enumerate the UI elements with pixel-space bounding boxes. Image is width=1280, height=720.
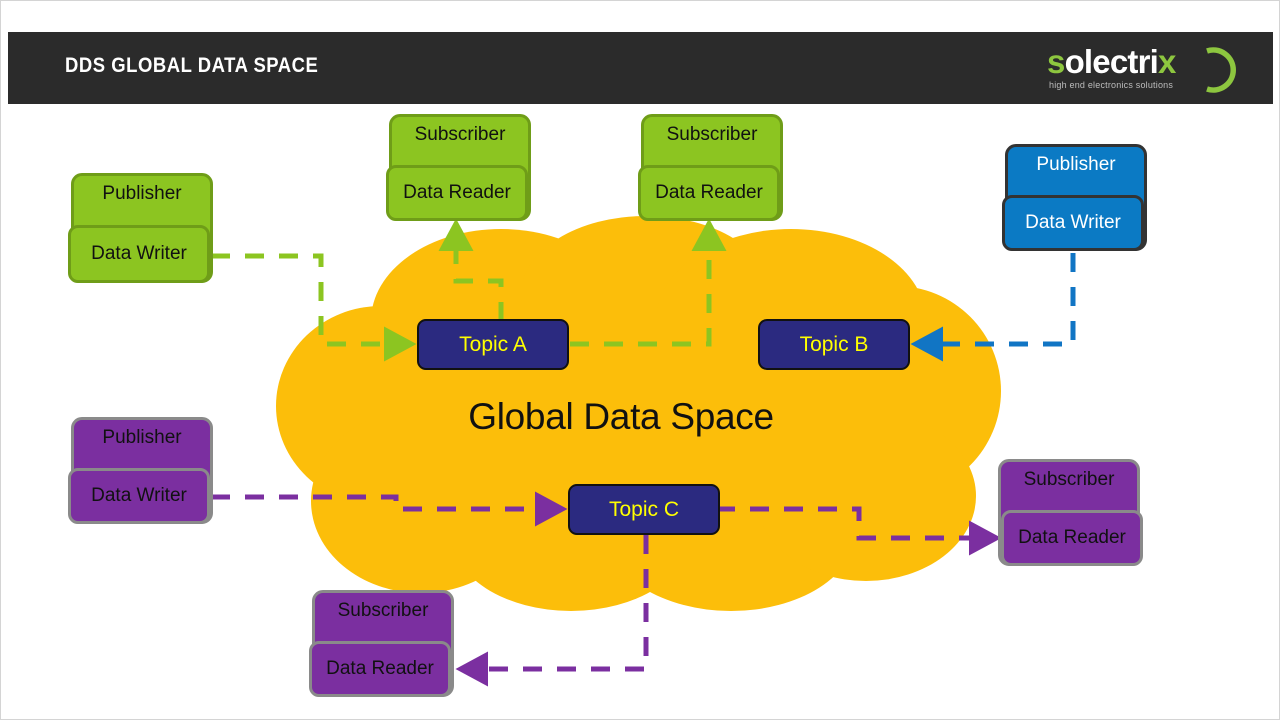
data-reader-box[interactable]: Data Reader — [386, 165, 528, 221]
data-writer-box[interactable]: Data Writer — [68, 468, 210, 524]
logo-letters-mid: olectri — [1064, 43, 1159, 80]
node-subscriber-purple-2[interactable]: Subscriber Data Reader — [309, 590, 454, 700]
topic-a-box[interactable]: Topic A — [417, 319, 569, 370]
data-writer-box[interactable]: Data Writer — [1002, 195, 1144, 251]
solectrix-logo: solectrix high end electronics solutions — [1047, 44, 1237, 96]
page-title: DDS GLOBAL DATA SPACE — [65, 54, 319, 77]
topic-c-box[interactable]: Topic C — [568, 484, 720, 535]
data-reader-box[interactable]: Data Reader — [1001, 510, 1143, 566]
node-role-label: Publisher — [1036, 154, 1116, 175]
node-role-label: Subscriber — [337, 600, 429, 621]
node-publisher-green[interactable]: Publisher Data Writer — [68, 173, 213, 286]
node-role-label: Subscriber — [414, 124, 506, 145]
data-reader-box[interactable]: Data Reader — [309, 641, 451, 697]
logo-letter-x: x — [1158, 43, 1176, 80]
data-writer-box[interactable]: Data Writer — [68, 225, 210, 283]
logo-arc-icon — [1206, 47, 1236, 93]
topic-b-box[interactable]: Topic B — [758, 319, 910, 370]
logo-letter-s: s — [1047, 43, 1065, 80]
cloud-label: Global Data Space — [468, 396, 774, 437]
header-bar: DDS GLOBAL DATA SPACE solectrix high end… — [8, 32, 1273, 104]
slide-canvas: DDS GLOBAL DATA SPACE solectrix high end… — [0, 0, 1280, 720]
logo-wordmark: solectrix — [1047, 44, 1176, 80]
node-subscriber-green-2[interactable]: Subscriber Data Reader — [638, 114, 783, 224]
node-publisher-blue[interactable]: Publisher Data Writer — [1002, 144, 1147, 254]
node-subscriber-green-1[interactable]: Subscriber Data Reader — [386, 114, 531, 224]
node-subscriber-purple-1[interactable]: Subscriber Data Reader — [998, 459, 1143, 569]
node-role-label: Publisher — [102, 427, 182, 448]
node-role-label: Publisher — [102, 183, 182, 204]
node-role-label: Subscriber — [1023, 469, 1115, 490]
node-role-label: Subscriber — [666, 124, 758, 145]
node-publisher-purple[interactable]: Publisher Data Writer — [68, 417, 213, 527]
data-reader-box[interactable]: Data Reader — [638, 165, 780, 221]
logo-tagline: high end electronics solutions — [1049, 80, 1174, 90]
